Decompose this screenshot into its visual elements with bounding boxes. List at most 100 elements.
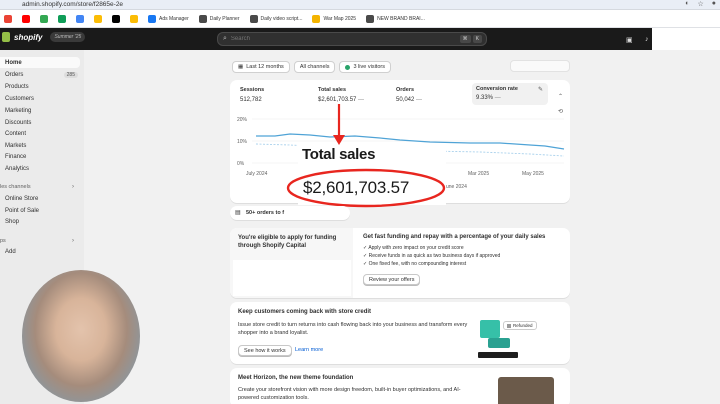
y-tick-20: 20%: [237, 117, 248, 123]
orders-banner[interactable]: ▤ 50+ orders to f: [230, 206, 350, 220]
bell-icon[interactable]: ♪: [645, 36, 649, 43]
funding-bullet: ✓ Receive funds in as quick as two busin…: [363, 253, 501, 259]
apps-header[interactable]: ps ›: [0, 235, 84, 246]
bookmark-label: NEW BRAND BRAI...: [377, 15, 425, 22]
sales-channels-header[interactable]: les channels ›: [0, 181, 84, 192]
sidebar-item-markets[interactable]: Markets: [0, 140, 84, 151]
bookmark-item[interactable]: War Map 2025: [312, 14, 357, 23]
channels-filter-button[interactable]: All channels: [293, 61, 336, 73]
search-icon: ⌕: [223, 35, 227, 42]
store-credit-illustration: [478, 320, 518, 358]
y-tick-0: 0%: [237, 161, 245, 167]
orders-count-badge: 285: [63, 71, 78, 78]
bookmark-item[interactable]: [94, 14, 102, 23]
profile-icon[interactable]: ●: [712, 0, 716, 8]
bookmark-favicon-icon: [40, 14, 48, 23]
horizon-card: Meet Horizon, the new theme foundation C…: [230, 368, 570, 404]
bookmark-favicon-icon: [58, 14, 66, 23]
bookmark-favicon-icon: [312, 14, 321, 23]
bookmark-item[interactable]: [40, 14, 48, 23]
placeholder-box: [510, 60, 570, 72]
logo-wordmark: shopify: [14, 32, 43, 42]
bookmark-item[interactable]: [22, 14, 30, 23]
bookmark-label: Daily video script...: [260, 15, 303, 22]
refund-icon: [507, 323, 511, 328]
refunded-badge: Refunded: [503, 321, 537, 330]
bookmark-item[interactable]: Daily video script...: [249, 14, 303, 23]
see-how-it-works-button[interactable]: See how it works: [238, 345, 292, 356]
funding-card: You're eligible to apply for funding thr…: [230, 228, 570, 298]
chevron-right-icon: ›: [72, 237, 74, 244]
sidebar-item-content[interactable]: Content: [0, 128, 84, 139]
url-text[interactable]: admin.shopify.com/store/f2865e-2e: [22, 1, 123, 8]
x-tick-june-2024: une 2024: [446, 184, 467, 190]
calendar-icon: ▦: [238, 64, 244, 70]
x-tick-may-2025: May 2025: [522, 171, 544, 177]
funding-bullet: ✓ One fixed fee, with no compounding int…: [363, 261, 467, 267]
account-menu-area[interactable]: [652, 28, 720, 50]
search-bar[interactable]: ⌕ ⌘ K: [217, 32, 487, 46]
shopify-top-bar: shopify Summer '25 ⌕ ⌘ K ▣ ♪: [0, 28, 720, 50]
x-tick-mar-2025: Mar 2025: [468, 171, 489, 177]
sidebar-item-point-of-sale[interactable]: Point of Sale: [0, 205, 84, 216]
sidebar-item-home[interactable]: Home: [0, 57, 80, 68]
shopify-logo[interactable]: shopify Summer '25: [2, 32, 86, 42]
bookmark-item[interactable]: Daily Planner: [198, 14, 240, 23]
learn-more-link[interactable]: Learn more: [295, 347, 323, 353]
shopify-bag-icon: [2, 32, 10, 42]
shirt-shape: [480, 320, 500, 338]
capital-panel: You're eligible to apply for funding thr…: [230, 228, 353, 298]
star-icon[interactable]: ☆: [697, 0, 703, 8]
shoe-shape: [488, 338, 510, 348]
date-range-button[interactable]: ▦ Last 12 months: [232, 61, 290, 73]
bookmark-item[interactable]: Ads Manager: [148, 14, 189, 23]
bookmark-item[interactable]: [4, 14, 12, 23]
sidebar-item-finance[interactable]: Finance: [0, 151, 84, 162]
bookmark-item[interactable]: [112, 14, 120, 23]
bookmark-favicon-icon: [130, 14, 138, 23]
review-offers-button[interactable]: Review your offers: [363, 274, 421, 285]
k-key: K: [472, 35, 482, 43]
sidebar-item-orders[interactable]: Orders 285: [0, 69, 84, 80]
y-tick-10: 10%: [237, 139, 248, 145]
funding-title: Get fast funding and repay with a percen…: [363, 234, 546, 240]
bookmark-label: Ads Manager: [159, 15, 189, 22]
capital-illustration: [233, 260, 351, 296]
store-icon[interactable]: ▣: [626, 36, 633, 44]
bookmark-item[interactable]: [58, 14, 66, 23]
bookmark-item[interactable]: [76, 14, 84, 23]
funding-bullet: ✓ Apply with zero impact on your credit …: [363, 245, 464, 251]
live-visitors-button[interactable]: 3 live visitors: [339, 61, 391, 73]
x-tick-july-2024: July 2024: [246, 171, 268, 177]
sidebar-item-marketing[interactable]: Marketing: [0, 105, 84, 116]
bookmark-item[interactable]: NEW BRAND BRAI...: [366, 14, 425, 23]
bookmark-label: War Map 2025: [323, 15, 357, 22]
edition-badge[interactable]: Summer '25: [50, 32, 86, 42]
horizon-illustration: [498, 377, 554, 404]
bookmark-item[interactable]: [130, 14, 138, 23]
bookmark-favicon-icon: [94, 14, 102, 23]
extension-icon[interactable]: ◐: [685, 0, 689, 8]
bookmark-favicon-icon: [198, 14, 207, 23]
bookmark-favicon-icon: [76, 14, 84, 23]
search-input[interactable]: [230, 36, 431, 42]
sidebar-item-customers[interactable]: Customers: [0, 93, 84, 104]
sidebar-item-discounts[interactable]: Discounts: [0, 117, 84, 128]
bookmark-label: Daily Planner: [209, 15, 240, 22]
horizon-title: Meet Horizon, the new theme foundation: [238, 375, 354, 381]
sidebar-item-online-store[interactable]: Online Store: [0, 193, 84, 204]
webcam-overlay: [22, 270, 140, 402]
store-credit-card: Keep customers coming back with store cr…: [230, 302, 570, 364]
credit-body: Issue store credit to turn returns into …: [238, 322, 468, 336]
bookmark-favicon-icon: [366, 14, 375, 23]
chevron-right-icon: ›: [72, 183, 74, 190]
sidebar-item-add-app[interactable]: Add: [0, 246, 84, 257]
bookmark-favicon-icon: [112, 14, 120, 23]
zoom-value: $2,601,703.57: [303, 178, 410, 197]
cmd-key: ⌘: [459, 35, 471, 43]
browser-url-bar[interactable]: admin.shopify.com/store/f2865e-2e ◐ ☆ ●: [0, 0, 720, 10]
sidebar-item-analytics[interactable]: Analytics: [0, 163, 84, 174]
sidebar-item-products[interactable]: Products: [0, 81, 84, 92]
sidebar-item-shop[interactable]: Shop: [0, 216, 84, 227]
capital-title: You're eligible to apply for funding thr…: [238, 235, 337, 249]
